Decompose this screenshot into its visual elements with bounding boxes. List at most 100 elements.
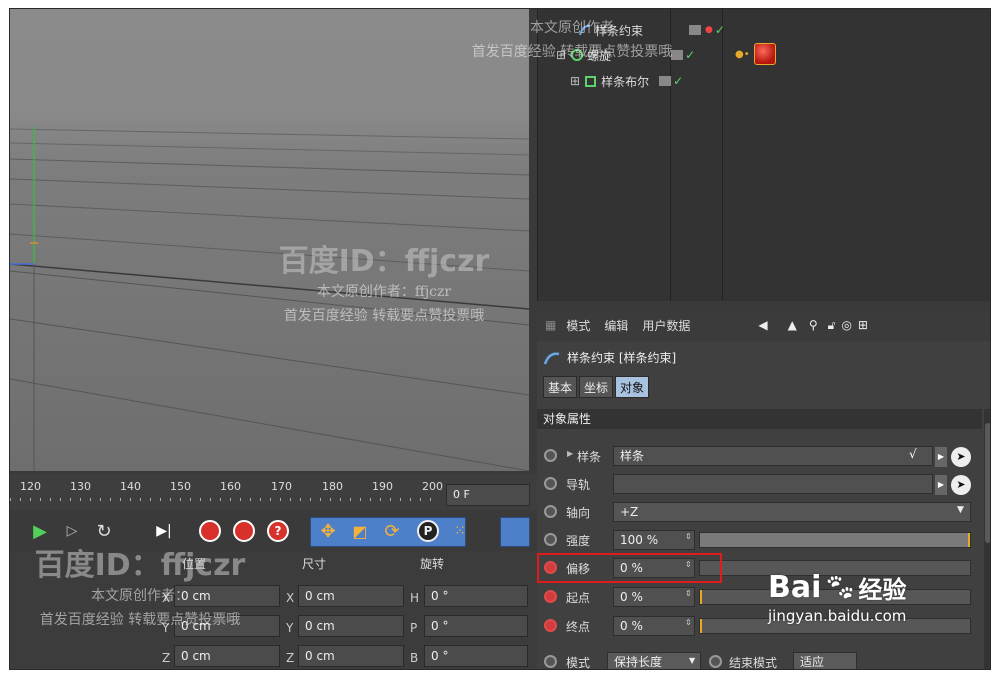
prop-mode: 模式 保持长度 ▼ 结束模式 适应 — [537, 649, 982, 670]
anim-radio[interactable] — [544, 590, 557, 603]
end-mode-dropdown[interactable]: 适应 — [793, 652, 857, 669]
pick-arrow-icon[interactable]: ➤ — [951, 475, 971, 495]
tag-dots-icon[interactable]: ●• — [735, 49, 750, 60]
prop-end: 终点 0 % ⇕ — [537, 613, 982, 639]
prop-label: 强度 — [566, 534, 591, 548]
move-icon[interactable]: ✥ — [314, 517, 342, 545]
scrollbar-thumb[interactable] — [985, 423, 990, 543]
prop-label: 样条 — [577, 450, 602, 464]
prop-spline: ▶ 样条 样条 √ ▶ ➤ — [537, 443, 982, 469]
stepper-icon[interactable]: ⇕ — [685, 532, 692, 541]
render-dot-icon: ● — [705, 25, 713, 35]
chevron-down-icon: ▼ — [957, 505, 964, 515]
axis-label: B — [410, 651, 419, 665]
enabled-check-icon[interactable]: ✓ — [673, 74, 683, 88]
stepper-icon[interactable]: ⇕ — [685, 589, 692, 598]
offset-highlight — [537, 553, 722, 583]
anim-radio[interactable] — [544, 449, 557, 462]
rotation-h-field[interactable]: 0 ° — [424, 585, 528, 607]
size-y-field[interactable]: 0 cm — [298, 615, 404, 637]
size-x-field[interactable]: 0 cm — [298, 585, 404, 607]
target-icon[interactable]: ◎ — [841, 318, 851, 332]
tick-marks — [10, 498, 440, 501]
tab-basic[interactable]: 基本 — [543, 376, 578, 398]
anim-radio[interactable] — [709, 655, 722, 668]
tick-label: 130 — [70, 480, 91, 493]
current-frame-field[interactable]: 0 F — [446, 484, 530, 506]
prop-label: 结束模式 — [729, 656, 778, 670]
dots-icon[interactable]: ⁙ — [446, 517, 474, 545]
watermark-bottom: 百度ID：ffjczr 本文原创作者： 首发百度经验 转载要点赞投票哦 — [10, 540, 270, 632]
prop-axis: 轴向 +Z ▼ — [537, 499, 982, 525]
baidu-logo: Bai 🐾︎ 经验 jingyan.baidu.com — [768, 570, 906, 625]
tick-label: 140 — [120, 480, 141, 493]
axis-label: Y — [286, 621, 294, 635]
start-field[interactable]: 0 % — [613, 587, 695, 607]
watermark-center: 百度ID：ffjczr 本文原创作者：ffjczr 首发百度经验 转载要点赞投票… — [254, 236, 514, 328]
up-arrow-icon[interactable]: ▲ — [788, 318, 797, 332]
back-arrow-icon[interactable]: ◀ — [758, 318, 767, 332]
search-icon[interactable]: ⚲ — [809, 318, 818, 332]
prop-label: 模式 — [566, 656, 591, 670]
scale-icon[interactable]: ◩ — [346, 517, 374, 545]
tick-label: 160 — [220, 480, 241, 493]
scrollbar[interactable] — [984, 409, 990, 669]
link-menu-arrow[interactable]: ▶ — [935, 447, 947, 467]
visibility-toggle[interactable] — [659, 76, 672, 86]
rotate-icon[interactable]: ⟳ — [378, 517, 406, 545]
rotation-b-field[interactable]: 0 ° — [424, 645, 528, 667]
section-header: 对象属性 — [537, 409, 982, 429]
material-tag-icon[interactable] — [753, 43, 776, 65]
axis-label: P — [410, 621, 418, 635]
anim-radio[interactable] — [544, 505, 557, 518]
attribute-manager: ▦ 模式 编辑 用户数据 ◀ ▲ ⚲ 🔓︎ ◎ ⊞ 样条约束 [样条约束] 基本… — [537, 309, 990, 670]
watermark-line: 首发百度经验 转载要点赞投票哦 — [471, 44, 673, 60]
attribute-title: 样条约束 [样条约束] — [543, 349, 676, 366]
size-z-field[interactable]: 0 cm — [298, 645, 404, 667]
attribute-tabs: 基本 坐标 对象 — [543, 376, 651, 398]
anim-radio[interactable] — [544, 655, 557, 668]
tick-label: 200 — [422, 480, 443, 493]
baidu-logo-tail: 经验 — [858, 576, 907, 604]
tick-label: 190 — [372, 480, 393, 493]
expand-triangle-icon[interactable]: ▶ — [567, 449, 573, 458]
strength-slider[interactable] — [699, 532, 971, 548]
object-tags: ●• — [735, 43, 776, 65]
rail-link-field[interactable] — [613, 474, 933, 494]
filmstrip-icon[interactable] — [500, 517, 530, 547]
stepper-icon[interactable]: ⇕ — [685, 618, 692, 627]
watermark-line: 本文原创作者： — [91, 588, 189, 604]
rotation-p-field[interactable]: 0 ° — [424, 615, 528, 637]
parameter-icon[interactable]: P — [414, 517, 442, 545]
anim-radio[interactable] — [544, 533, 557, 546]
end-field[interactable]: 0 % — [613, 616, 695, 636]
prop-label: 轴向 — [566, 506, 591, 520]
object-label: 样条布尔 — [601, 74, 650, 89]
position-z-field[interactable]: 0 cm — [174, 645, 280, 667]
enabled-check-icon[interactable]: ✓ — [715, 23, 725, 37]
menu-edit[interactable]: 编辑 — [604, 317, 628, 334]
rotation-header: 旋转 — [420, 557, 445, 571]
spline-boolean-icon — [585, 76, 597, 87]
menu-user-data[interactable]: 用户数据 — [642, 317, 690, 334]
expand-icon[interactable]: ⊞ — [570, 74, 580, 88]
object-row-spline-boolean[interactable]: ⊞ 样条布尔 ✓ — [570, 70, 683, 92]
link-menu-arrow[interactable]: ▶ — [935, 475, 947, 495]
watermark-top: 本文原创作者 首发百度经验 转载要点赞投票哦 — [442, 16, 702, 64]
new-panel-icon[interactable]: ⊞ — [858, 318, 868, 332]
mode-dropdown[interactable]: 保持长度 — [607, 652, 701, 669]
menu-mode[interactable]: 模式 — [566, 317, 590, 334]
tab-object[interactable]: 对象 — [615, 376, 650, 398]
strength-field[interactable]: 100 % — [613, 530, 695, 550]
prop-start: 起点 0 % ⇕ — [537, 584, 982, 610]
tick-label: 120 — [20, 480, 41, 493]
lock-icon[interactable]: 🔓︎ — [828, 318, 836, 333]
anim-radio[interactable] — [544, 619, 557, 632]
timeline[interactable]: 120 130 140 150 160 170 180 190 200 0 F — [10, 474, 537, 510]
tab-coord[interactable]: 坐标 — [579, 376, 614, 398]
axis-dropdown[interactable]: +Z — [613, 502, 971, 522]
anim-radio[interactable] — [544, 477, 557, 490]
spline-link-field[interactable]: 样条 — [613, 446, 933, 466]
pick-arrow-icon[interactable]: ➤ — [951, 447, 971, 467]
tick-label: 150 — [170, 480, 191, 493]
